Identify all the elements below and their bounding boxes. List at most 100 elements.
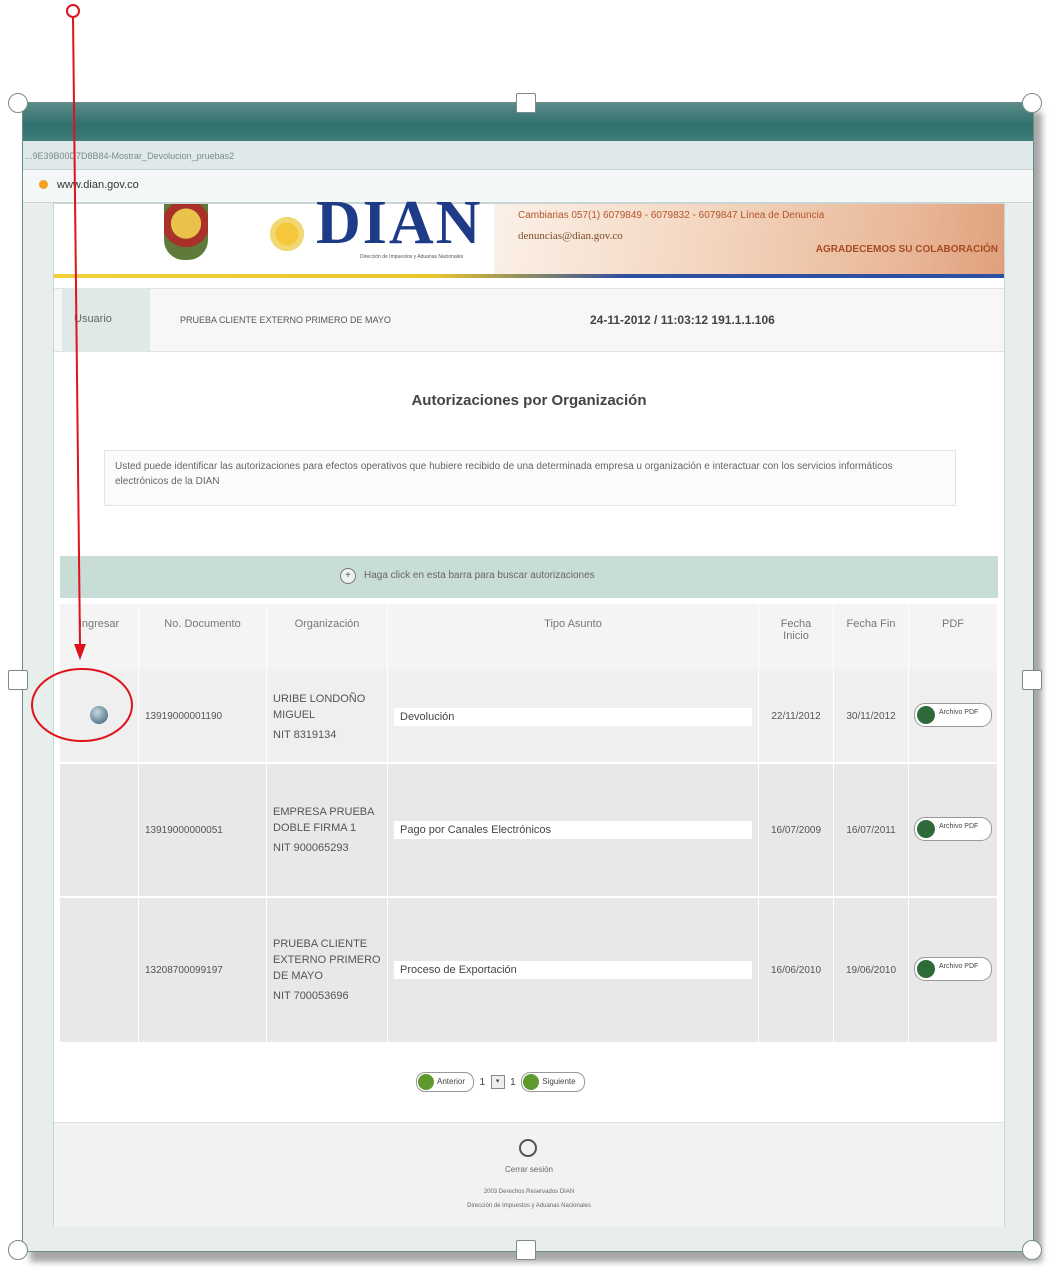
copyright-text: 2003 Derechos Reservados DIAN	[483, 1189, 575, 1195]
header-fecha-fin: Fecha Fin	[833, 604, 909, 671]
banner-thanks: AGRADECEMOS SU COLABORACIÓN	[815, 244, 998, 255]
table-row: 13208700099197 PRUEBA CLIENTE EXTERNO PR…	[60, 897, 998, 1044]
ingresar-globe-icon[interactable]	[90, 706, 108, 724]
pdf-button[interactable]: Archivo PDF	[914, 816, 992, 841]
fecha-fin-cell: 30/11/2012	[833, 671, 909, 764]
ingresar-cell	[60, 763, 139, 898]
search-authorizations-bar[interactable]: + Haga click en esta barra para buscar a…	[60, 556, 998, 598]
asunto-text: Proceso de Exportación	[394, 961, 752, 979]
dian-banner: DIAN Dirección de Impuestos y Aduanas Na…	[54, 189, 1004, 278]
pdf-icon	[917, 819, 935, 838]
organizacion-name: PRUEBA CLIENTE EXTERNO PRIMERO DE MAYO	[273, 938, 381, 982]
fecha-inicio-cell: 16/07/2009	[758, 763, 834, 898]
total-pages: 1	[510, 1076, 516, 1088]
user-label: Usuario	[74, 313, 112, 325]
next-label: Siguiente	[542, 1077, 576, 1086]
colombia-crest-icon	[164, 204, 208, 260]
asunto-cell: Pago por Canales Electrónicos	[387, 763, 759, 898]
header-documento: No. Documento	[138, 604, 267, 671]
pagination: Anterior 1 ▾ 1 Siguiente	[416, 1072, 585, 1092]
dian-logo-subtitle: Dirección de Impuestos y Aduanas Naciona…	[360, 254, 464, 260]
dian-sun-logo-icon	[267, 214, 307, 254]
selection-handle[interactable]	[8, 1240, 28, 1260]
documento-cell: 13208700099197	[138, 897, 267, 1044]
arrow-right-icon	[523, 1074, 540, 1090]
previous-page-button[interactable]: Anterior	[416, 1072, 475, 1092]
organizacion-nit: NIT 8319134	[273, 728, 337, 741]
organizacion-name: EMPRESA PRUEBA DOBLE FIRMA 1	[273, 806, 374, 834]
fecha-fin-cell: 19/06/2010	[833, 897, 909, 1044]
pdf-cell: Archivo PDF	[908, 763, 998, 898]
page-select[interactable]: ▾	[490, 1075, 505, 1089]
site-icon	[39, 180, 48, 189]
pdf-icon	[917, 959, 935, 978]
next-page-button[interactable]: Siguiente	[521, 1072, 585, 1092]
asunto-cell: Devolución	[387, 671, 759, 764]
selection-handle[interactable]	[1022, 670, 1042, 690]
address-bar[interactable]: www.dian.gov.co	[23, 170, 1033, 203]
organizacion-cell: EMPRESA PRUEBA DOBLE FIRMA 1 NIT 9000652…	[266, 763, 388, 898]
table-header-row: Ingresar No. Documento Organización Tipo…	[60, 604, 998, 671]
header-ingresar: Ingresar	[60, 604, 139, 671]
authorizations-table: Ingresar No. Documento Organización Tipo…	[60, 604, 998, 1044]
user-name: PRUEBA CLIENTE EXTERNO PRIMERO DE MAYO	[180, 315, 391, 325]
ingresar-cell	[60, 671, 139, 764]
header-organizacion: Organización	[266, 604, 388, 671]
pdf-icon	[917, 706, 935, 724]
logout-link[interactable]: Cerrar sesión	[54, 1165, 1004, 1174]
documento-cell: 13919000001190	[138, 671, 267, 764]
selection-handle[interactable]	[516, 93, 536, 113]
fecha-inicio-cell: 16/06/2010	[758, 897, 834, 1044]
pdf-cell: Archivo PDF	[908, 671, 998, 764]
pdf-button[interactable]: Archivo PDF	[914, 703, 992, 727]
header-fecha-inicio: Fecha Inicio	[758, 604, 834, 671]
header-tipo-asunto: Tipo Asunto	[387, 604, 759, 671]
current-page: 1	[479, 1076, 486, 1088]
arrow-left-icon	[418, 1074, 434, 1090]
page-description: Usted puede identificar las autorizacion…	[104, 450, 956, 506]
session-timestamp: 24-11-2012 / 11:03:12 191.1.1.106	[590, 313, 775, 327]
screenshot-frame: ...9E39B00D7D8B84-Mostrar_Devolucion_pru…	[22, 102, 1034, 1252]
user-info-row: Usuario PRUEBA CLIENTE EXTERNO PRIMERO D…	[54, 288, 1004, 352]
organizacion-nit: NIT 700053696	[273, 990, 349, 1002]
page-title: Autorizaciones por Organización	[411, 392, 647, 409]
documento-cell: 13919000000051	[138, 763, 267, 898]
url-text[interactable]: www.dian.gov.co	[57, 179, 139, 191]
fecha-inicio-cell: 22/11/2012	[758, 671, 834, 764]
asunto-cell: Proceso de Exportación	[387, 897, 759, 1044]
page-footer: Cerrar sesión 2003 Derechos Reservados D…	[54, 1122, 1004, 1227]
asunto-text: Devolución	[394, 707, 752, 726]
contact-phones: Cambiarias 057(1) 6079849 - 6079832 - 60…	[518, 210, 825, 221]
pdf-button-label: Archivo PDF	[939, 822, 979, 830]
expand-icon[interactable]: +	[340, 568, 356, 584]
banner-contact-area: Cambiarias 057(1) 6079849 - 6079832 - 60…	[494, 204, 1004, 274]
organizacion-cell: URIBE LONDOÑO MIGUEL NIT 8319134	[266, 671, 388, 764]
browser-tab-title[interactable]: ...9E39B00D7D8B84-Mostrar_Devolucion_pru…	[25, 151, 234, 161]
browser-tab-strip: ...9E39B00D7D8B84-Mostrar_Devolucion_pru…	[23, 141, 1033, 170]
page-content: DIAN Dirección de Impuestos y Aduanas Na…	[53, 189, 1005, 1227]
fecha-fin-cell: 16/07/2011	[833, 763, 909, 898]
annotation-origin-dot	[66, 4, 80, 18]
power-icon[interactable]	[519, 1139, 537, 1157]
organizacion-nit: NIT 900065293	[273, 842, 349, 854]
previous-label: Anterior	[437, 1077, 466, 1086]
contact-email[interactable]: denuncias@dian.gov.co	[518, 230, 623, 242]
organizacion-name: URIBE LONDOÑO MIGUEL	[273, 692, 366, 721]
dian-logo: DIAN	[316, 189, 483, 257]
selection-handle[interactable]	[8, 93, 28, 113]
asunto-text: Pago por Canales Electrónicos	[394, 821, 752, 839]
pdf-button-label: Archivo PDF	[939, 709, 979, 716]
selection-handle[interactable]	[8, 670, 28, 690]
footer-org-text: Dirección de Impuestos y Aduanas Naciona…	[467, 1203, 591, 1209]
banner-stripe	[54, 274, 1004, 278]
pdf-button[interactable]: Archivo PDF	[914, 956, 992, 981]
header-pdf: PDF	[908, 604, 998, 671]
search-bar-label[interactable]: Haga click en esta barra para buscar aut…	[364, 570, 595, 581]
selection-handle[interactable]	[1022, 1240, 1042, 1260]
selection-handle[interactable]	[516, 1240, 536, 1260]
table-row: 13919000000051 EMPRESA PRUEBA DOBLE FIRM…	[60, 763, 998, 898]
selection-handle[interactable]	[1022, 93, 1042, 113]
ingresar-cell	[60, 897, 139, 1044]
pdf-cell: Archivo PDF	[908, 897, 998, 1044]
pdf-button-label: Archivo PDF	[939, 962, 979, 970]
